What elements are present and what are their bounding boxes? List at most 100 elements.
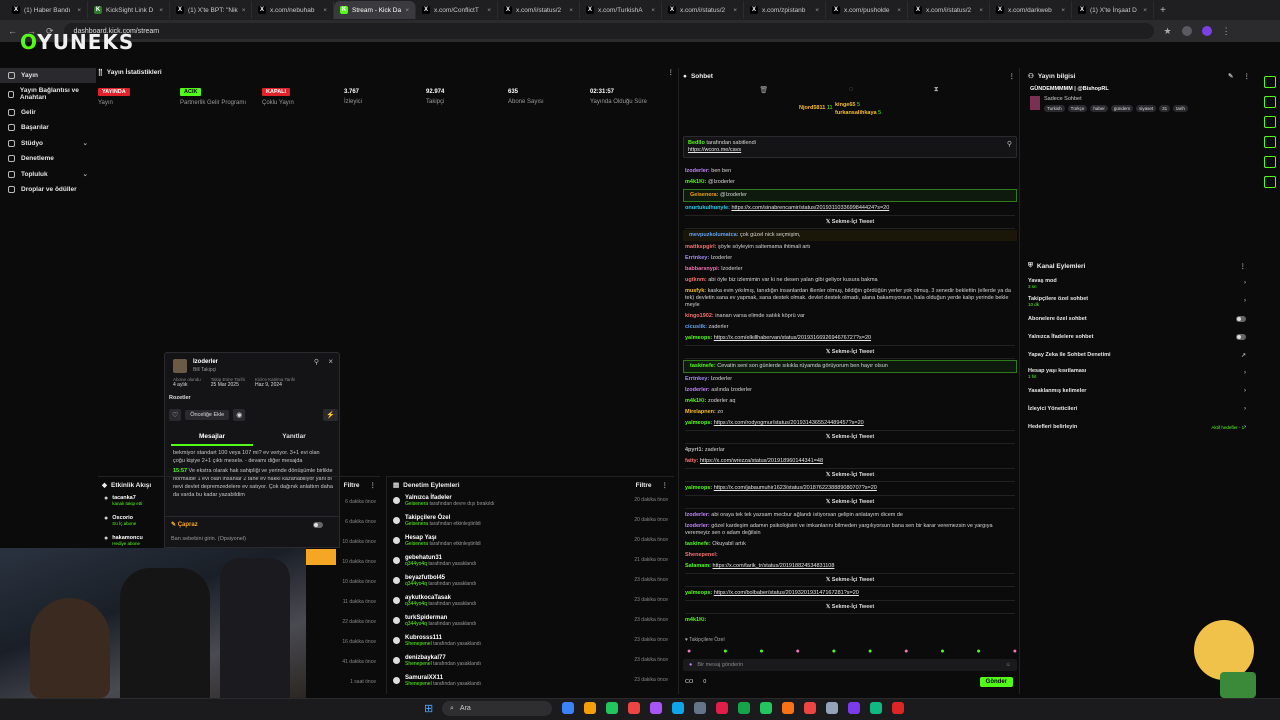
sidebar-item[interactable]: Yayın xyxy=(0,68,96,83)
chat-username[interactable]: ugtknm: xyxy=(685,277,708,283)
close-icon[interactable]: × xyxy=(733,7,737,14)
moderator-name[interactable]: q344yo4q xyxy=(405,581,427,587)
chat-username[interactable]: yalmeops: xyxy=(685,335,714,341)
moderator-name[interactable]: Shenepenel xyxy=(405,641,432,647)
tweet-embed[interactable]: 𝕏 Sekme-İçi Tweet xyxy=(685,573,1015,587)
chat-username[interactable]: musfyk: xyxy=(685,288,708,294)
emote-icon[interactable]: ● xyxy=(832,648,836,655)
chat-username[interactable]: Errtnkey: xyxy=(685,255,711,261)
emote-icon[interactable]: ● xyxy=(759,648,763,655)
channel-action-row[interactable]: Takipçilere özel sohbet 10 dk › xyxy=(1024,292,1250,310)
emote-icon[interactable]: ● xyxy=(796,648,800,655)
chat-username[interactable]: m4k1Ki: xyxy=(685,398,708,404)
chat-username[interactable]: Errtnkey: xyxy=(685,376,711,382)
sidebar-item[interactable]: Topluluk ⌄ xyxy=(0,166,96,182)
username[interactable]: Izoderler xyxy=(193,359,218,365)
close-icon[interactable]: × xyxy=(569,7,573,14)
rail-bolt-icon[interactable] xyxy=(1264,76,1276,88)
chat-link[interactable]: https://x.com/jabaumuhir1623/status/2018… xyxy=(714,485,877,491)
taskbar-app-icon[interactable] xyxy=(584,702,596,714)
close-icon[interactable]: × xyxy=(328,357,333,366)
emote-icon[interactable]: ● xyxy=(689,662,692,668)
chat-link[interactable]: https://x.com/bolbaber/status/2019320193… xyxy=(714,590,859,596)
browser-tab[interactable]: Xx.com/zpistanb × xyxy=(744,1,826,19)
sidebar-item[interactable]: Stüdyo ⌄ xyxy=(0,135,96,151)
chat-username[interactable]: Geisenera: xyxy=(690,192,720,198)
chat-link[interactable]: https://x.com/rodyogmur/status/201931436… xyxy=(714,420,864,426)
tweet-embed[interactable]: 𝕏 Sekme-İçi Tweet xyxy=(685,495,1015,509)
browser-tab[interactable]: Xx.com/i/status/2 × xyxy=(908,1,990,19)
moderator-name[interactable]: Shenepenel xyxy=(405,681,432,687)
taskbar-app-icon[interactable] xyxy=(716,702,728,714)
channel-action-row[interactable]: Yasaklanmış kelimeler › xyxy=(1024,382,1250,400)
close-icon[interactable]: × xyxy=(77,7,81,14)
chevron-right-icon[interactable]: › xyxy=(1244,280,1246,286)
browser-tab[interactable]: Xx.com/darkweb × xyxy=(990,1,1072,19)
browser-tab[interactable]: X (1) X'te BPT: "Nik × xyxy=(170,1,252,19)
taskbar-search[interactable]: ⌕ Ara xyxy=(442,701,552,716)
close-icon[interactable]: × xyxy=(897,7,901,14)
chat-username[interactable]: yalmeops: xyxy=(685,485,714,491)
browser-tab[interactable]: Xx.com/pusholde × xyxy=(826,1,908,19)
chat-link[interactable]: https://x.com/wrezza/status/201918960144… xyxy=(700,458,823,464)
more-icon[interactable]: ⋮ xyxy=(370,481,377,489)
moderator-name[interactable]: q344yo4q xyxy=(405,621,427,627)
pinned-user[interactable]: Bedllo xyxy=(688,140,705,146)
chat-link[interactable]: https://x.com/elkillhabervan/status/2019… xyxy=(714,335,871,341)
extension-icon[interactable] xyxy=(1181,26,1192,36)
external-link-icon[interactable]: ↗ xyxy=(1241,352,1246,359)
tweet-embed[interactable]: 𝕏 Sekme-İçi Tweet xyxy=(685,345,1015,359)
close-icon[interactable]: × xyxy=(815,7,819,14)
chat-username[interactable]: m4k1Ki: xyxy=(685,617,706,623)
new-tab-icon[interactable]: + xyxy=(1160,5,1166,16)
rail-link-icon[interactable] xyxy=(1264,136,1276,148)
taskbar-app-icon[interactable] xyxy=(782,702,794,714)
sidebar-item[interactable]: Droplar ve ödüller xyxy=(0,182,96,197)
supporter-name[interactable]: furkansalihkaya xyxy=(835,110,877,116)
chevron-right-icon[interactable]: › xyxy=(1244,424,1246,430)
rail-list-icon[interactable] xyxy=(1264,156,1276,168)
taskbar-app-icon[interactable] xyxy=(650,702,662,714)
chat-username[interactable]: kingo1902: xyxy=(685,313,715,319)
emote-icon[interactable]: ● xyxy=(868,648,872,655)
sidebar-item[interactable]: Yayın Bağlantısı ve Anahtarı xyxy=(0,83,96,105)
chat-username[interactable]: onurtukulhunyle: xyxy=(685,205,731,211)
close-icon[interactable]: × xyxy=(159,7,163,14)
moderator-name[interactable]: Shenepenel xyxy=(405,661,432,667)
tweet-embed[interactable]: 𝕏 Sekme-İçi Tweet xyxy=(685,600,1015,614)
rail-chat-icon[interactable] xyxy=(1264,116,1276,128)
chat-username[interactable]: m4k1Ki: xyxy=(685,179,708,185)
rail-page-icon[interactable] xyxy=(1264,96,1276,108)
taskbar-app-icon[interactable] xyxy=(694,702,706,714)
close-icon[interactable]: × xyxy=(979,7,983,14)
bubble-icon[interactable]: ◌ xyxy=(849,86,853,94)
browser-tab[interactable]: K Stream - Kick Da × xyxy=(334,1,416,19)
close-icon[interactable]: × xyxy=(1143,7,1147,14)
close-icon[interactable]: × xyxy=(651,7,655,14)
toggle-switch[interactable] xyxy=(1236,334,1246,340)
emote-icon[interactable]: ● xyxy=(1013,648,1017,655)
browser-tab[interactable]: Xx.com/nebuhab × xyxy=(252,1,334,19)
taskbar-app-icon[interactable] xyxy=(672,702,684,714)
taskbar-app-icon[interactable] xyxy=(760,702,772,714)
close-icon[interactable]: × xyxy=(405,7,409,14)
pin-icon[interactable]: ⚲ xyxy=(1007,140,1012,148)
chat-input[interactable]: ● Bir mesaj gönderin ☺ xyxy=(683,659,1017,671)
chat-username[interactable]: mattkspgirl: xyxy=(685,244,718,250)
start-icon[interactable]: ⊞ xyxy=(424,702,433,715)
heart-icon[interactable]: ♡ xyxy=(169,409,182,421)
close-icon[interactable]: × xyxy=(242,7,246,14)
emote-icon[interactable]: ● xyxy=(723,648,727,655)
more-icon[interactable]: ⋮ xyxy=(662,481,669,489)
channel-action-row[interactable]: Yalnızca İfadelere sohbet xyxy=(1024,328,1250,346)
chat-username[interactable]: yalmeops: xyxy=(685,420,714,426)
more-icon[interactable]: ⋮ xyxy=(668,68,675,76)
chat-username[interactable]: taskinefe: xyxy=(685,541,712,547)
channel-action-row[interactable]: Yapay Zeka ile Sohbet Denetimi ↗ xyxy=(1024,346,1250,364)
supporter-name[interactable]: kinge65 xyxy=(835,102,855,108)
activity-filter[interactable]: Filtre xyxy=(344,482,360,489)
channel-action-row[interactable]: Abonelere özel sohbet xyxy=(1024,310,1250,328)
chevron-right-icon[interactable]: › xyxy=(1244,406,1246,412)
supporter-name[interactable]: Njord5811 xyxy=(799,105,825,111)
taskbar-app-icon[interactable] xyxy=(848,702,860,714)
